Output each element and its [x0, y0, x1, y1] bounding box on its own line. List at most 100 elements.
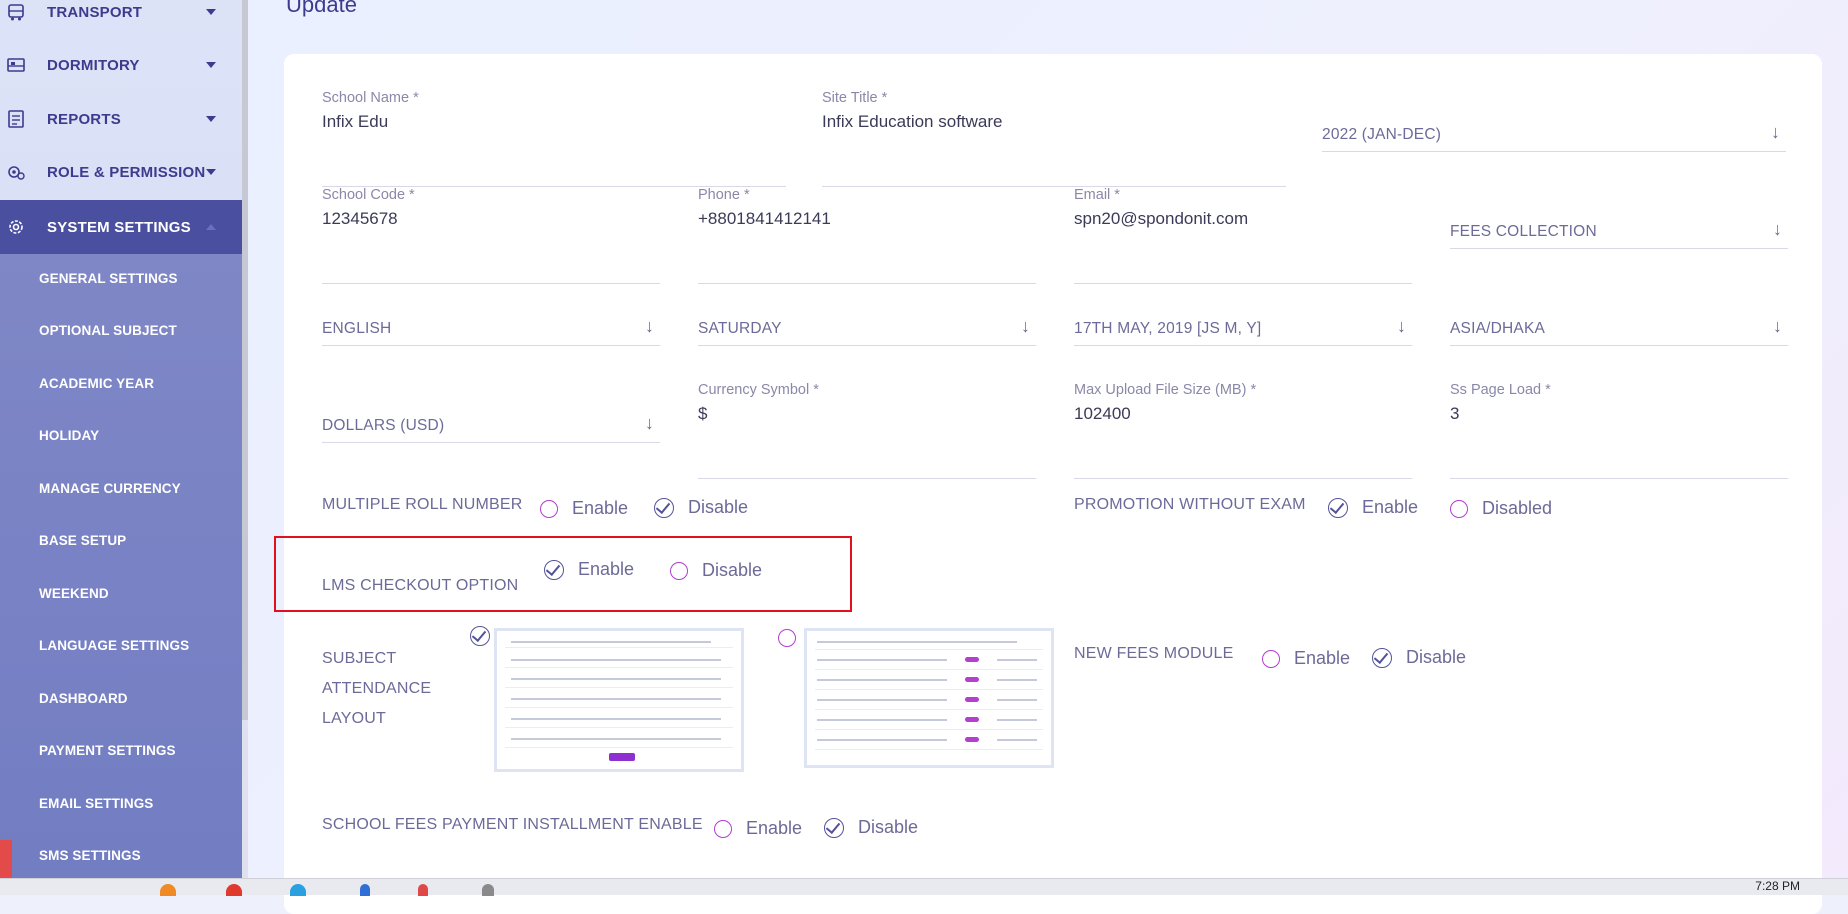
preview-text — [817, 719, 947, 721]
field-underline — [1322, 151, 1786, 152]
radio-label: Enable — [572, 498, 629, 518]
radio-unchecked-icon — [1450, 499, 1468, 518]
preview-row — [815, 689, 1043, 690]
field-underline — [322, 442, 660, 443]
promotion-disabled-radio[interactable]: Disabled — [1450, 498, 1552, 519]
school-name-input[interactable]: Infix Edu — [322, 112, 786, 132]
radio-label: Enable — [1362, 497, 1419, 517]
phone-input[interactable]: +8801841412141 — [698, 209, 1036, 229]
submenu-manage-currency[interactable]: MANAGE CURRENCY — [39, 481, 181, 496]
submenu-optional-subject[interactable]: OPTIONAL SUBJECT — [39, 323, 177, 338]
fees-collection-select[interactable]: FEES COLLECTION ↓ — [1450, 219, 1788, 255]
multiple-roll-label: MULTIPLE ROLL NUMBER — [322, 496, 523, 513]
sidebar-item-dormitory[interactable]: DORMITORY — [0, 39, 242, 91]
sidebar-item-role-permission[interactable]: ROLE & PERMISSION — [0, 146, 242, 198]
installment-enable-radio[interactable]: Enable — [714, 818, 802, 839]
arrow-down-icon: ↓ — [645, 316, 654, 336]
settings-form-card: School Name * Infix Edu Site Title * Inf… — [284, 54, 1822, 914]
radio-unchecked-icon — [540, 499, 558, 518]
arrow-down-icon: ↓ — [645, 413, 654, 433]
radio-label: Disable — [1406, 647, 1467, 667]
email-input[interactable]: spn20@spondonit.com — [1074, 209, 1412, 229]
submenu-academic-year[interactable]: ACADEMIC YEAR — [39, 376, 154, 391]
preview-toggle — [965, 737, 979, 742]
taskbar-clock[interactable]: 7:28 PM — [1755, 879, 1800, 893]
ss-page-load-input[interactable]: 3 — [1450, 404, 1788, 424]
submenu-language-settings[interactable]: LANGUAGE SETTINGS — [39, 638, 189, 653]
radio-unchecked-icon — [714, 819, 732, 838]
new-fees-enable-radio[interactable]: Enable — [1262, 648, 1350, 669]
submenu-weekend[interactable]: WEEKEND — [39, 586, 109, 601]
max-upload-input[interactable]: 102400 — [1074, 404, 1412, 424]
submenu-payment-settings[interactable]: PAYMENT SETTINGS — [39, 743, 176, 758]
field-label: Email * — [1074, 187, 1120, 203]
submenu-sms-settings[interactable]: SMS SETTINGS — [39, 848, 141, 863]
promotion-label: PROMOTION WITHOUT EXAM — [1074, 496, 1306, 513]
multiple-roll-enable-radio[interactable]: Enable — [540, 498, 628, 519]
sidebar-item-system-settings[interactable]: SYSTEM SETTINGS — [0, 200, 242, 254]
radio-label: Enable — [1294, 648, 1351, 668]
preview-text — [817, 679, 947, 681]
preview-text — [997, 659, 1037, 661]
taskbar-app-icon[interactable] — [160, 884, 176, 896]
site-title-input[interactable]: Infix Education software — [822, 112, 1286, 132]
submenu-dashboard[interactable]: DASHBOARD — [39, 691, 128, 706]
sidebar-item-label: TRANSPORT — [47, 3, 143, 21]
phone-field[interactable]: Phone * +8801841412141 — [698, 187, 1036, 284]
submenu-general-settings[interactable]: GENERAL SETTINGS — [39, 271, 178, 286]
submenu-base-setup[interactable]: BASE SETUP — [39, 533, 126, 548]
arrow-down-icon: ↓ — [1773, 219, 1782, 239]
preview-row — [815, 669, 1043, 670]
arrow-down-icon: ↓ — [1397, 316, 1406, 336]
label-line: ATTENDANCE — [322, 680, 432, 697]
school-code-input[interactable]: 12345678 — [322, 209, 660, 229]
submenu-email-settings[interactable]: EMAIL SETTINGS — [39, 796, 153, 811]
select-value: DOLLARS (USD) — [322, 417, 445, 434]
installment-disable-radio[interactable]: Disable — [824, 817, 918, 838]
currency-select[interactable]: DOLLARS (USD) ↓ — [322, 413, 660, 449]
taskbar-app-icon[interactable] — [482, 884, 494, 896]
installment-label: SCHOOL FEES PAYMENT INSTALLMENT ENABLE — [322, 816, 703, 833]
preview-row — [815, 649, 1043, 650]
new-fees-disable-radio[interactable]: Disable — [1372, 647, 1466, 668]
sidebar-item-reports[interactable]: REPORTS — [0, 93, 242, 145]
layout-1-preview-image[interactable] — [494, 628, 744, 772]
bus-icon — [8, 4, 24, 21]
new-fees-label: NEW FEES MODULE — [1074, 645, 1234, 662]
week-start-select[interactable]: SATURDAY ↓ — [698, 316, 1036, 352]
main-content: Update School Name * Infix Edu Site Titl… — [248, 0, 1848, 914]
radio-unchecked-icon — [778, 629, 796, 647]
currency-symbol-input[interactable]: $ — [698, 404, 1036, 424]
school-name-field[interactable]: School Name * Infix Edu — [322, 90, 786, 187]
max-upload-field[interactable]: Max Upload File Size (MB) * 102400 — [1074, 382, 1412, 479]
report-icon — [8, 110, 24, 128]
ss-page-load-field[interactable]: Ss Page Load * 3 — [1450, 382, 1788, 479]
academic-session-select[interactable]: 2022 (JAN-DEC) ↓ — [1322, 122, 1786, 158]
layout-1-radio[interactable] — [470, 626, 490, 646]
layout-2-radio[interactable] — [778, 629, 796, 647]
taskbar-app-icon[interactable] — [226, 884, 242, 896]
site-title-field[interactable]: Site Title * Infix Education software — [822, 90, 1286, 187]
school-code-field[interactable]: School Code * 12345678 — [322, 187, 660, 284]
submenu-holiday[interactable]: HOLIDAY — [39, 428, 99, 443]
sidebar-item-transport[interactable]: TRANSPORT — [0, 0, 242, 38]
currency-symbol-field[interactable]: Currency Symbol * $ — [698, 382, 1036, 479]
field-label: Site Title * — [822, 90, 888, 106]
arrow-down-icon: ↓ — [1021, 316, 1030, 336]
language-select[interactable]: ENGLISH ↓ — [322, 316, 660, 352]
multiple-roll-disable-radio[interactable]: Disable — [654, 497, 748, 518]
date-format-select[interactable]: 17TH MAY, 2019 [JS M, Y] ↓ — [1074, 316, 1412, 352]
preview-toggle — [965, 657, 979, 662]
taskbar-app-icon[interactable] — [290, 884, 306, 896]
sidebar: TRANSPORT DORMITORY REPORTS ROLE & PERMI… — [0, 0, 242, 894]
email-field[interactable]: Email * spn20@spondonit.com — [1074, 187, 1412, 284]
timezone-select[interactable]: ASIA/DHAKA ↓ — [1450, 316, 1788, 352]
promotion-enable-radio[interactable]: Enable — [1328, 497, 1418, 518]
preview-text — [997, 679, 1037, 681]
taskbar-app-icon[interactable] — [360, 884, 370, 896]
sidebar-item-label: DORMITORY — [47, 56, 140, 74]
taskbar-app-icon[interactable] — [418, 884, 428, 896]
field-underline — [1074, 345, 1412, 346]
layout-2-preview-image[interactable] — [804, 628, 1054, 768]
select-value: 17TH MAY, 2019 [JS M, Y] — [1074, 320, 1262, 337]
